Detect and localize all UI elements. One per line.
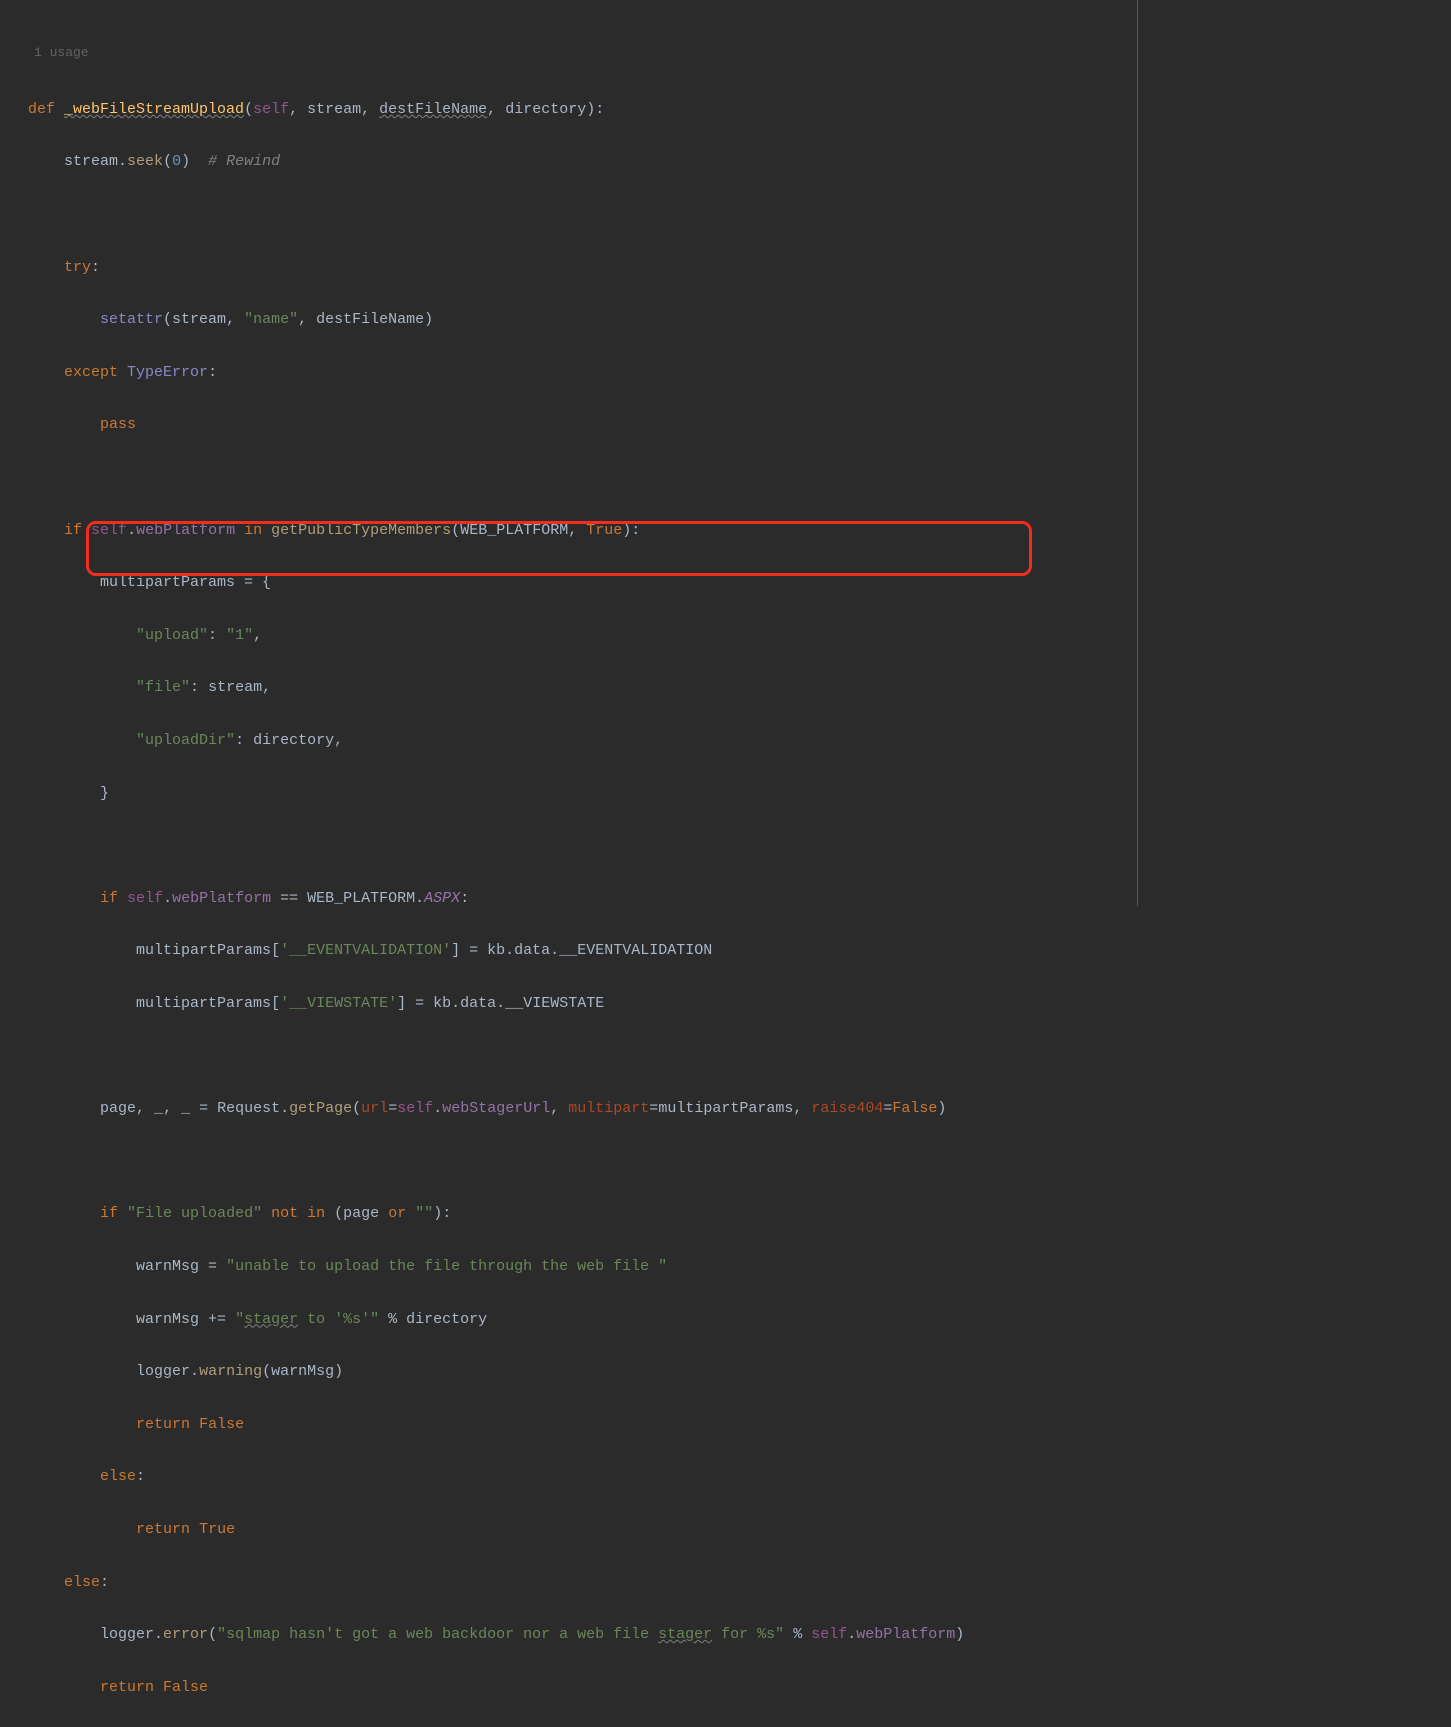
code-line[interactable]: return False bbox=[28, 1675, 1451, 1701]
code-line[interactable]: page, _, _ = Request.getPage(url=self.we… bbox=[28, 1096, 1451, 1122]
code-line[interactable]: multipartParams['__EVENTVALIDATION'] = k… bbox=[28, 938, 1451, 964]
code-line[interactable] bbox=[28, 202, 1451, 228]
code-line[interactable]: logger.warning(warnMsg) bbox=[28, 1359, 1451, 1385]
code-line[interactable]: except TypeError: bbox=[28, 360, 1451, 386]
code-line[interactable]: multipartParams = { bbox=[28, 570, 1451, 596]
usage-hint[interactable]: 1 usage bbox=[28, 40, 1451, 66]
code-line[interactable]: setattr(stream, "name", destFileName) bbox=[28, 307, 1451, 333]
code-line[interactable]: multipartParams['__VIEWSTATE'] = kb.data… bbox=[28, 991, 1451, 1017]
code-line[interactable] bbox=[28, 1149, 1451, 1175]
code-line[interactable]: "uploadDir": directory, bbox=[28, 728, 1451, 754]
code-line[interactable] bbox=[28, 465, 1451, 491]
code-line[interactable] bbox=[28, 833, 1451, 859]
code-line[interactable]: try: bbox=[28, 255, 1451, 281]
code-line[interactable]: else: bbox=[28, 1464, 1451, 1490]
code-line[interactable] bbox=[28, 1044, 1451, 1070]
code-line[interactable]: pass bbox=[28, 412, 1451, 438]
code-line[interactable]: def _webFileStreamUpload(self, stream, d… bbox=[28, 97, 1451, 123]
code-line[interactable]: } bbox=[28, 781, 1451, 807]
code-line[interactable]: "upload": "1", bbox=[28, 623, 1451, 649]
code-line[interactable]: if self.webPlatform == WEB_PLATFORM.ASPX… bbox=[28, 886, 1451, 912]
code-line[interactable]: logger.error("sqlmap hasn't got a web ba… bbox=[28, 1622, 1451, 1648]
code-line[interactable]: return False bbox=[28, 1412, 1451, 1438]
code-editor[interactable]: 1 usage def _webFileStreamUpload(self, s… bbox=[0, 0, 1451, 1727]
code-line[interactable]: if "File uploaded" not in (page or ""): bbox=[28, 1201, 1451, 1227]
code-line[interactable]: else: bbox=[28, 1570, 1451, 1596]
code-line[interactable]: if self.webPlatform in getPublicTypeMemb… bbox=[28, 518, 1451, 544]
code-line[interactable]: stream.seek(0) # Rewind bbox=[28, 149, 1451, 175]
editor-right-margin bbox=[1137, 0, 1138, 906]
code-line[interactable]: warnMsg = "unable to upload the file thr… bbox=[28, 1254, 1451, 1280]
code-line[interactable]: return True bbox=[28, 1517, 1451, 1543]
code-line[interactable]: "file": stream, bbox=[28, 675, 1451, 701]
code-line[interactable]: warnMsg += "stager to '%s'" % directory bbox=[28, 1307, 1451, 1333]
